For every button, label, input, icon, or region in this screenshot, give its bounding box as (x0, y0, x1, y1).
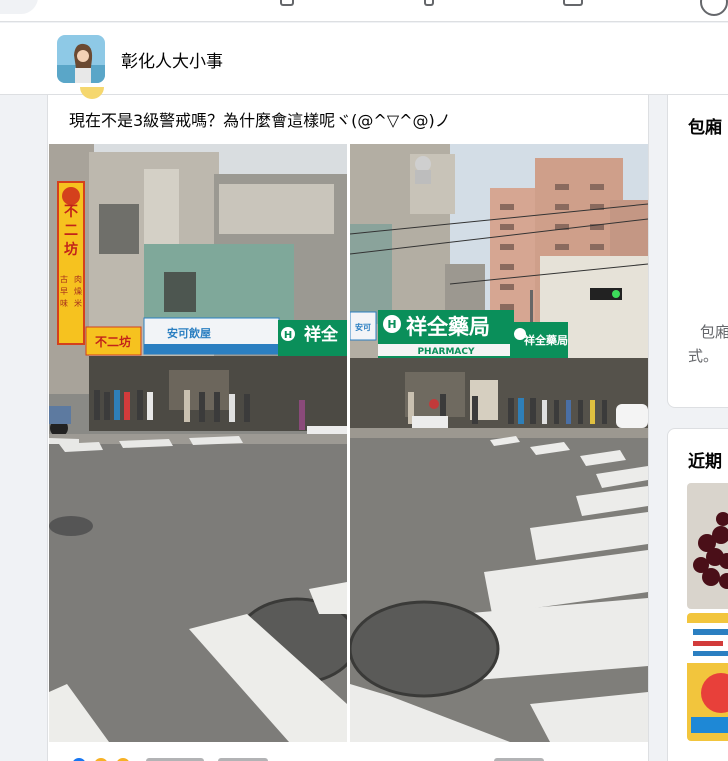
sidebar-thumb-1[interactable] (687, 483, 728, 609)
groups-icon[interactable] (280, 0, 294, 6)
pharmacy-name: 祥全藥局 (406, 315, 490, 339)
sign-green-text: 祥全 (304, 324, 339, 345)
shop-sign-small: 不二坊 (95, 334, 131, 349)
svg-text:味: 味 (60, 298, 68, 308)
group-name[interactable]: 彰化人大小事 (121, 47, 223, 72)
post-photo-left[interactable]: 不 二 坊 古 早 味 肉 燥 米 不二坊 安可飲屋 H 祥全 (49, 144, 347, 742)
reaction-row (48, 742, 648, 761)
sidebar-card-2: 近期 (667, 428, 728, 761)
svg-text:燥: 燥 (74, 287, 82, 296)
group-header: 彰化人大小事 (0, 23, 728, 95)
sidebar-card-1-line-1: 包廂 (700, 323, 728, 341)
wow-reaction-icon[interactable] (114, 756, 132, 761)
sidebar-card-1-title: 包廂 (688, 118, 722, 138)
sidebar-card-1: 包廂 包廂 式。 (667, 95, 728, 408)
sidebar-card-1-line-2: 式。 (688, 347, 719, 365)
search-pill[interactable] (0, 0, 38, 14)
sidebar-card-2-title: 近期 (688, 452, 722, 472)
svg-text:H: H (284, 330, 292, 341)
group-avatar[interactable] (57, 35, 105, 83)
pharmacy-side: 祥全藥局 (524, 333, 568, 347)
post-photo-right[interactable]: 安可 H 祥全藥局 PHARMACY 祥全藥局 (350, 144, 648, 742)
shop-sign-char-1: 不 (64, 204, 78, 220)
watch-icon[interactable] (424, 0, 434, 6)
marketplace-icon[interactable] (563, 0, 583, 6)
shop-sign-char-3: 坊 (64, 241, 78, 258)
shop-sign-char-2: 二 (64, 223, 78, 239)
sign-left-text: 安可 (355, 322, 371, 332)
pharmacy-sub: PHARMACY (417, 347, 475, 357)
account-icon[interactable] (700, 0, 728, 16)
haha-reaction-icon[interactable] (92, 756, 110, 761)
svg-text:H: H (387, 318, 396, 331)
post-text: 現在不是3級警戒嗎？為什麼會這樣呢ヾ(@^▽^@)ノ (69, 111, 451, 130)
top-navigation (0, 0, 728, 22)
svg-text:古: 古 (60, 274, 68, 284)
svg-text:米: 米 (74, 298, 82, 308)
author-avatar-edge (80, 87, 104, 99)
sidebar-thumb-2[interactable] (687, 613, 728, 741)
sign-blue-text: 安可飲屋 (167, 326, 211, 340)
like-reaction-icon[interactable] (70, 756, 88, 761)
svg-text:早: 早 (60, 287, 68, 296)
post-card: 現在不是3級警戒嗎？為什麼會這樣呢ヾ(@^▽^@)ノ 不 二 坊 古 早 味 肉 (47, 87, 649, 761)
svg-text:肉: 肉 (74, 274, 82, 284)
